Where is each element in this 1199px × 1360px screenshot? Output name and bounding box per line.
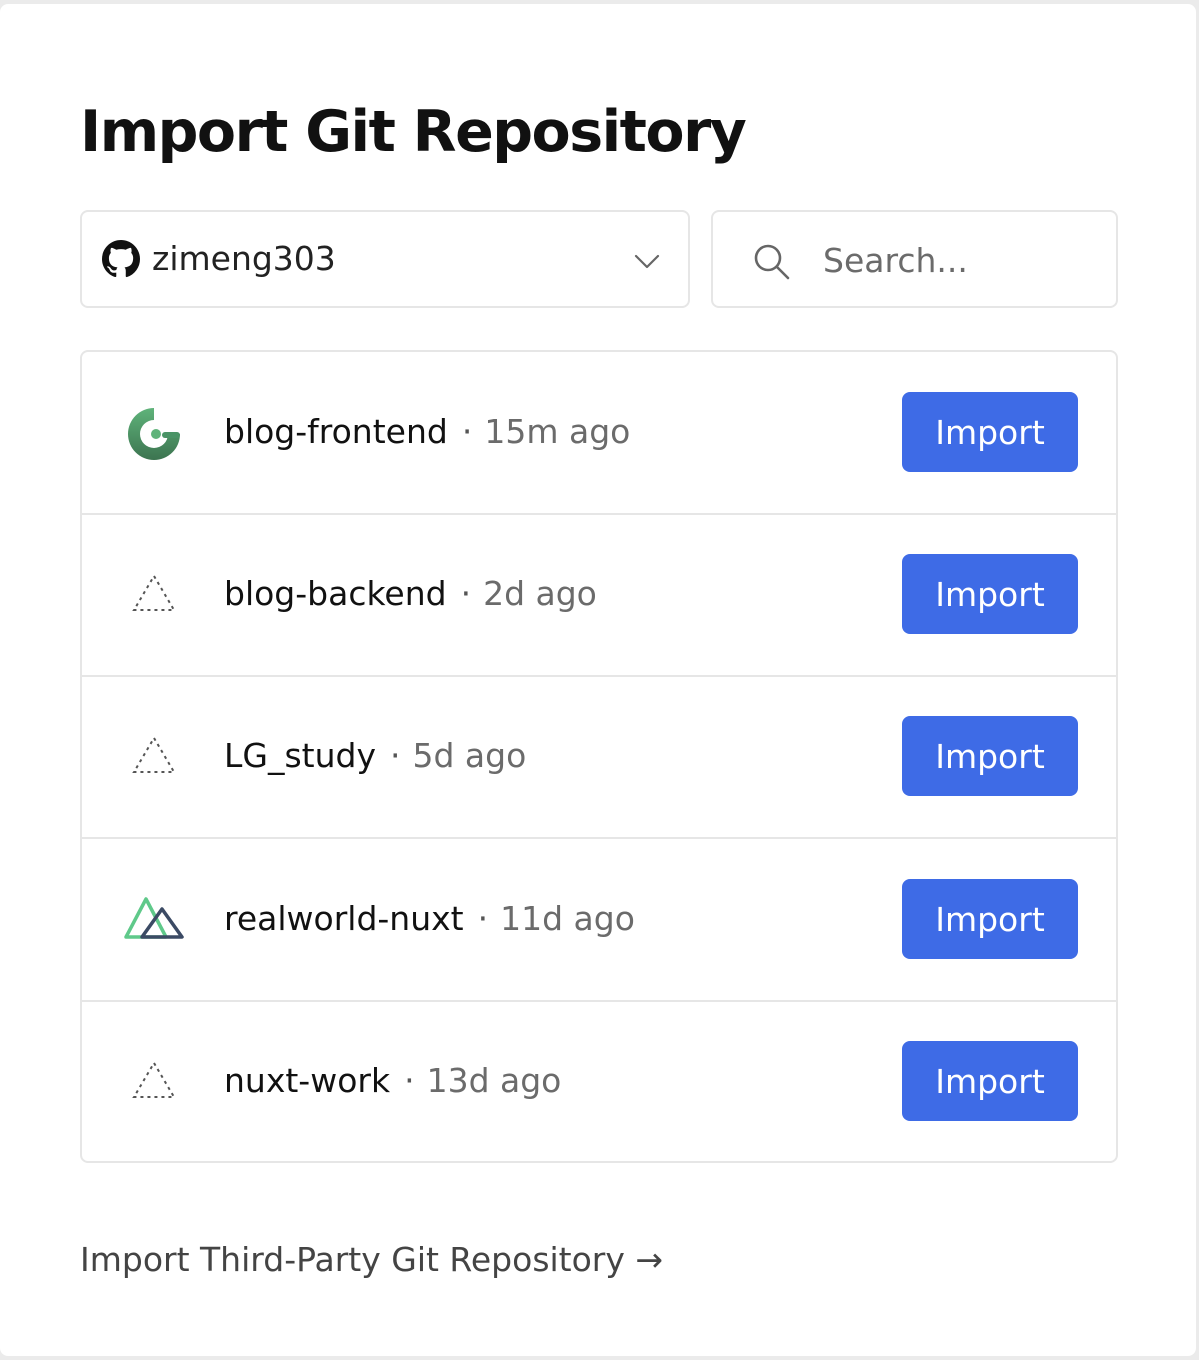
generic-framework-triangle-icon <box>132 736 176 773</box>
repo-updated-time: 5d ago <box>412 736 527 775</box>
repo-row-blog-frontend: blog-frontend · 15m ago Import <box>82 352 1116 515</box>
repo-separator: · <box>460 574 472 613</box>
import-button-blog-frontend[interactable]: Import <box>902 392 1078 472</box>
repo-updated-time: 15m ago <box>484 412 631 451</box>
import-button-nuxt-work[interactable]: Import <box>902 1041 1078 1121</box>
repository-search-box[interactable] <box>711 210 1118 308</box>
repo-row-realworld-nuxt: realworld-nuxt · 11d ago Import <box>82 839 1116 1002</box>
repo-name: blog-frontend <box>224 412 448 451</box>
github-icon <box>102 240 140 278</box>
generic-framework-triangle-icon <box>132 1061 176 1098</box>
import-third-party-repo-link[interactable]: Import Third-Party Git Repository → <box>80 1238 663 1282</box>
repo-separator: · <box>477 899 489 938</box>
repo-updated-time: 11d ago <box>500 899 635 938</box>
repo-name: blog-backend <box>224 574 447 613</box>
repo-text: nuxt-work · 13d ago <box>224 1061 561 1101</box>
repo-updated-time: 2d ago <box>483 574 597 613</box>
repo-row-nuxt-work: nuxt-work · 13d ago Import <box>82 1001 1116 1161</box>
repo-row-blog-backend: blog-backend · 2d ago Import <box>82 514 1116 677</box>
generic-framework-triangle-icon <box>132 574 176 611</box>
repository-list: blog-frontend · 15m ago Import blog-backen… <box>80 350 1118 1163</box>
repo-name: LG_study <box>224 736 376 775</box>
import-button-lg-study[interactable]: Import <box>902 716 1078 796</box>
repo-updated-time: 13d ago <box>426 1061 562 1100</box>
search-icon <box>754 244 790 280</box>
repo-name: realworld-nuxt <box>224 899 464 938</box>
repo-text: blog-backend · 2d ago <box>224 574 597 614</box>
repo-name: nuxt-work <box>224 1061 391 1100</box>
chevron-down-icon <box>634 254 660 269</box>
import-git-repository-card: Import Git Repository zimeng303 Search..… <box>0 4 1196 1356</box>
repo-text: realworld-nuxt · 11d ago <box>224 899 635 939</box>
search-input[interactable] <box>823 236 1103 284</box>
repo-separator: · <box>404 1061 415 1100</box>
import-button-realworld-nuxt[interactable]: Import <box>902 879 1078 959</box>
git-account-name: zimeng303 <box>152 239 336 278</box>
git-scope-selector[interactable]: zimeng303 <box>80 210 690 308</box>
nuxt-icon <box>124 897 184 939</box>
repo-text: blog-frontend · 15m ago <box>224 412 630 452</box>
repo-separator: · <box>461 412 473 451</box>
page-title: Import Git Repository <box>80 99 747 165</box>
repo-separator: · <box>389 736 401 775</box>
repo-text: LG_study · 5d ago <box>224 736 526 776</box>
gridsome-icon <box>128 408 180 460</box>
repo-row-lg-study: LG_study · 5d ago Import <box>82 676 1116 839</box>
import-button-blog-backend[interactable]: Import <box>902 554 1078 634</box>
